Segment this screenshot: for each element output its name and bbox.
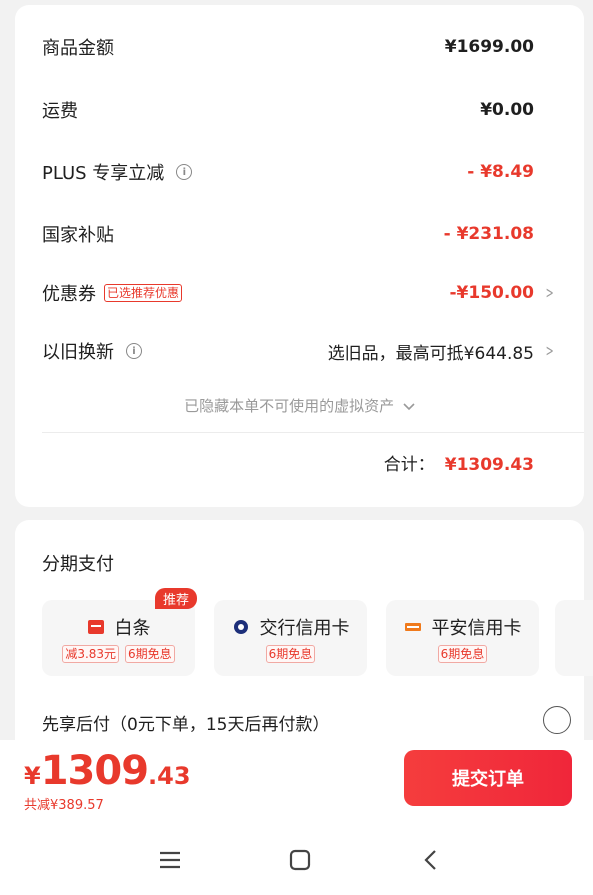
installment-title: 分期支付 [42, 554, 114, 575]
total-label: 合计： [383, 455, 435, 475]
credit-pay-radio[interactable] [543, 706, 571, 734]
pingan-icon [404, 623, 421, 631]
back-nav-button[interactable] [410, 840, 450, 880]
subsidy-value: - ¥231.08 [443, 224, 534, 244]
installment-option-bocom[interactable]: 交行信用卡 6期免息 [214, 600, 367, 676]
hidden-assets-toggle[interactable]: 已隐藏本单不可使用的虚拟资产 [15, 395, 584, 416]
back-arrow-icon [424, 850, 436, 870]
option-name: 平安信用卡 [431, 618, 522, 639]
goods-amount-row: 商品金额 ¥1699.00 [42, 29, 534, 65]
total-saved: 共减¥389.57 [24, 798, 104, 813]
plus-discount-value: - ¥8.49 [467, 162, 534, 182]
trade-in-value: 选旧品，最高可抵¥644.85 [327, 343, 534, 364]
installment-option-more[interactable] [555, 600, 593, 676]
submit-order-button[interactable]: 提交订单 [404, 750, 572, 806]
trade-in-label: 以旧换新 [42, 342, 114, 363]
chevron-right-icon[interactable]: > [545, 341, 553, 360]
home-square-icon [289, 849, 311, 871]
plus-discount-label: PLUS 专享立减 [42, 163, 165, 184]
coupon-row[interactable]: 优惠券 已选推荐优惠 -¥150.00 [42, 275, 534, 311]
bottom-bar: ¥ 1309 .43 共减¥389.57 提交订单 [0, 740, 593, 895]
shipping-label: 运费 [42, 101, 78, 122]
plus-discount-row: PLUS 专享立减 i - ¥8.49 [42, 154, 534, 190]
shipping-row: 运费 ¥0.00 [42, 92, 534, 128]
option-tag: 6期免息 [265, 645, 316, 663]
menu-icon [160, 851, 180, 869]
total-row: 合计： ¥1309.43 [384, 450, 534, 475]
final-price: ¥ 1309 .43 [24, 748, 191, 794]
subsidy-label: 国家补贴 [42, 225, 114, 246]
price-decimal: .43 [148, 762, 191, 790]
option-tag: 6期免息 [437, 645, 488, 663]
baitiao-icon [87, 620, 104, 634]
shipping-value: ¥0.00 [480, 100, 534, 120]
credit-pay-label: 先享后付（0元下单，15天后再付款） [42, 715, 330, 735]
chevron-down-icon [403, 403, 415, 411]
option-name: 白条 [114, 618, 151, 639]
info-icon[interactable]: i [176, 164, 193, 180]
option-name: 交行信用卡 [259, 618, 350, 639]
divider [42, 432, 584, 433]
trade-in-row[interactable]: 以旧换新 i 选旧品，最高可抵¥644.85 [42, 333, 534, 369]
installment-option-pingan[interactable]: 平安信用卡 6期免息 [386, 600, 539, 676]
bocom-icon [233, 620, 248, 634]
coupon-tag: 已选推荐优惠 [104, 284, 183, 302]
chevron-right-icon[interactable]: > [545, 283, 553, 302]
home-nav-button[interactable] [280, 840, 320, 880]
info-icon[interactable]: i [126, 343, 142, 359]
price-integer: 1309 [40, 748, 149, 794]
option-tag: 减3.83元 [62, 645, 120, 663]
installment-option-baitiao[interactable]: 推荐 白条 减3.83元 6期免息 [42, 588, 197, 676]
coupon-label: 优惠券 [42, 284, 96, 305]
goods-amount-value: ¥1699.00 [444, 37, 534, 57]
menu-nav-button[interactable] [150, 840, 190, 880]
recommend-badge: 推荐 [154, 588, 197, 609]
total-value: ¥1309.43 [444, 455, 534, 475]
option-tag: 6期免息 [125, 645, 175, 663]
subsidy-row: 国家补贴 - ¥231.08 [42, 216, 534, 252]
currency-symbol: ¥ [24, 762, 41, 790]
order-summary-card: 商品金额 ¥1699.00 运费 ¥0.00 PLUS 专享立减 i - ¥8.… [15, 5, 584, 507]
goods-amount-label: 商品金额 [42, 38, 114, 59]
coupon-value: -¥150.00 [449, 283, 535, 303]
